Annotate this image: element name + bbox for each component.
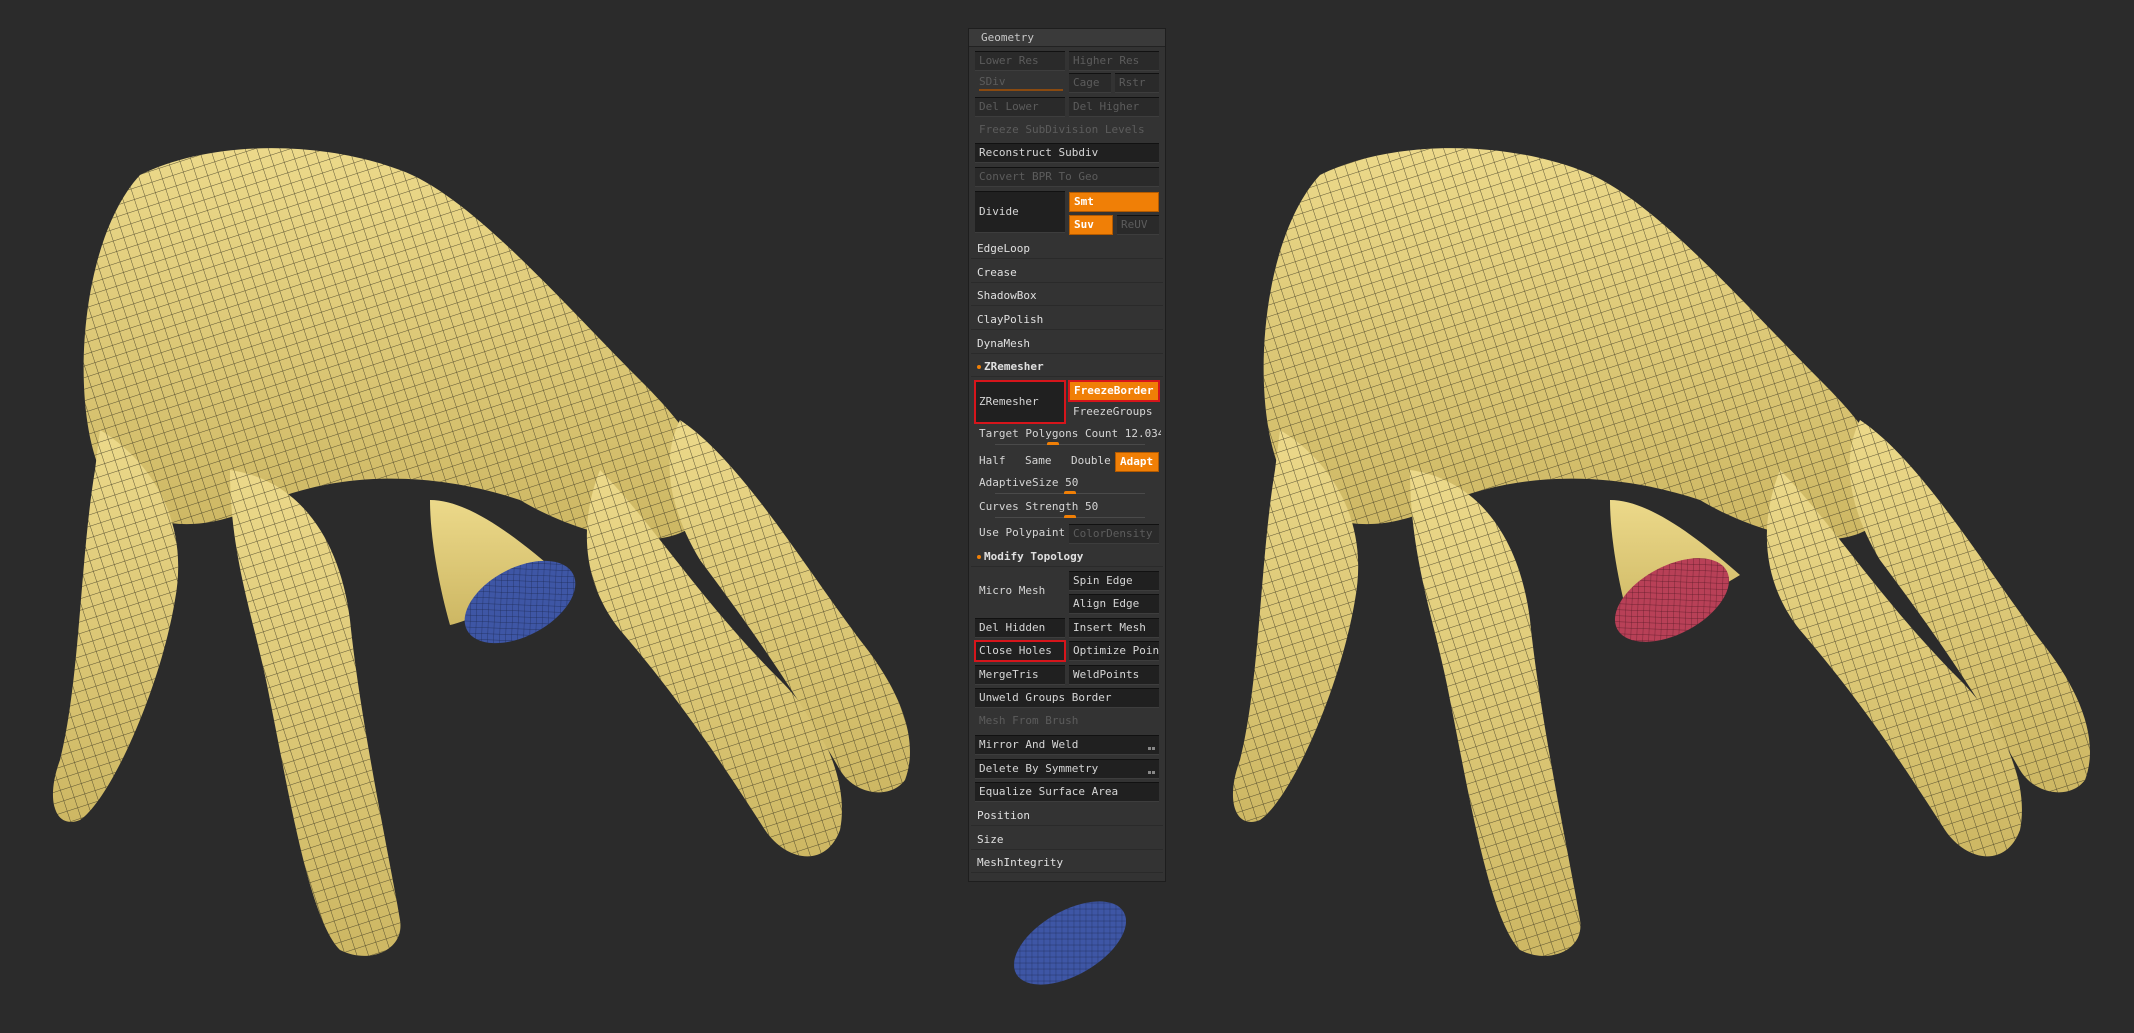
mirror-and-weld-label: Mirror And Weld bbox=[979, 738, 1079, 751]
zremesher-button[interactable]: ZRemesher bbox=[974, 380, 1066, 424]
curves-strength-label: Curves Strength 50 bbox=[979, 500, 1099, 513]
merge-tris-button[interactable]: MergeTris bbox=[975, 665, 1065, 685]
del-higher-button[interactable]: Del Higher bbox=[1069, 97, 1159, 117]
delete-by-symmetry-button[interactable]: Delete By Symmetry bbox=[975, 759, 1159, 779]
axis-toggles-icon[interactable] bbox=[1147, 738, 1157, 750]
target-polygons-slider[interactable]: Target Polygons Count 12.034 bbox=[975, 425, 1161, 445]
curves-strength-slider[interactable]: Curves Strength 50 bbox=[975, 498, 1161, 518]
color-density-slider[interactable]: ColorDensity bbox=[1069, 524, 1159, 544]
target-polygons-track bbox=[995, 442, 1145, 445]
freeze-border-toggle[interactable]: FreezeBorder bbox=[1068, 380, 1160, 402]
modify-topology-section[interactable]: Modify Topology bbox=[971, 547, 1163, 567]
del-hidden-button[interactable]: Del Hidden bbox=[975, 618, 1065, 638]
right-hand-viewport bbox=[1232, 148, 2090, 956]
align-edge-button[interactable]: Align Edge bbox=[1069, 594, 1159, 614]
equalize-surface-area-button[interactable]: Equalize Surface Area bbox=[975, 782, 1159, 802]
mirror-and-weld-button[interactable]: Mirror And Weld bbox=[975, 735, 1159, 755]
adaptive-size-track bbox=[995, 491, 1145, 494]
mesh-from-brush-button[interactable]: Mesh From Brush bbox=[975, 712, 1159, 732]
zremesher-section-label: ZRemesher bbox=[984, 360, 1044, 373]
unweld-groups-border-button[interactable]: Unweld Groups Border bbox=[975, 688, 1159, 708]
close-holes-button[interactable]: Close Holes bbox=[974, 640, 1066, 662]
modify-topology-label: Modify Topology bbox=[984, 550, 1084, 563]
double-button[interactable]: Double bbox=[1067, 452, 1113, 472]
geometry-panel: Geometry Lower Res Higher Res SDiv Cage … bbox=[968, 28, 1166, 882]
curves-strength-knob[interactable] bbox=[1064, 515, 1076, 518]
sdiv-slider[interactable]: SDiv bbox=[975, 73, 1065, 93]
del-lower-button[interactable]: Del Lower bbox=[975, 97, 1065, 117]
section-open-dot bbox=[977, 555, 981, 559]
crease-section[interactable]: Crease bbox=[971, 263, 1163, 283]
size-section[interactable]: Size bbox=[971, 830, 1163, 850]
claypolish-section[interactable]: ClayPolish bbox=[971, 310, 1163, 330]
higher-res-button[interactable]: Higher Res bbox=[1069, 51, 1159, 71]
adaptive-size-label: AdaptiveSize 50 bbox=[979, 476, 1079, 489]
spin-edge-button[interactable]: Spin Edge bbox=[1069, 571, 1159, 591]
lower-res-button[interactable]: Lower Res bbox=[975, 51, 1065, 71]
target-polygons-knob[interactable] bbox=[1047, 442, 1060, 445]
adaptive-size-slider[interactable]: AdaptiveSize 50 bbox=[975, 474, 1161, 494]
suv-toggle[interactable]: Suv bbox=[1069, 215, 1113, 235]
freeze-subdivision-button[interactable]: Freeze SubDivision Levels bbox=[975, 121, 1161, 141]
smt-toggle[interactable]: Smt bbox=[1069, 192, 1159, 212]
same-button[interactable]: Same bbox=[1021, 452, 1065, 472]
geometry-panel-title[interactable]: Geometry bbox=[969, 29, 1165, 47]
curves-strength-track bbox=[995, 515, 1145, 518]
section-open-dot bbox=[977, 365, 981, 369]
delete-by-symmetry-label: Delete By Symmetry bbox=[979, 762, 1099, 775]
left-hand-model bbox=[52, 148, 910, 956]
position-section[interactable]: Position bbox=[971, 806, 1163, 826]
insert-mesh-button[interactable]: Insert Mesh bbox=[1069, 618, 1159, 638]
optimize-points-button[interactable]: Optimize Points bbox=[1069, 641, 1159, 661]
reuv-toggle[interactable]: ReUV bbox=[1117, 215, 1159, 235]
freeze-groups-toggle[interactable]: FreezeGroups bbox=[1069, 403, 1159, 423]
dynamesh-section[interactable]: DynaMesh bbox=[971, 334, 1163, 354]
adaptive-size-knob[interactable] bbox=[1064, 491, 1076, 494]
edgeloop-section[interactable]: EdgeLoop bbox=[971, 239, 1163, 259]
sdiv-track bbox=[979, 89, 1063, 91]
sdiv-label: SDiv bbox=[979, 75, 1006, 88]
reconstruct-subdiv-button[interactable]: Reconstruct Subdiv bbox=[975, 143, 1159, 163]
half-button[interactable]: Half bbox=[975, 452, 1019, 472]
convert-bpr-button[interactable]: Convert BPR To Geo bbox=[975, 167, 1159, 187]
target-polygons-label: Target Polygons Count 12.034 bbox=[979, 427, 1161, 440]
use-polypaint-toggle[interactable]: Use Polypaint bbox=[975, 524, 1065, 544]
axis-toggles-icon[interactable] bbox=[1147, 762, 1157, 774]
mesh-integrity-section[interactable]: MeshIntegrity bbox=[971, 853, 1163, 873]
detached-cap bbox=[1013, 901, 1127, 985]
cage-button[interactable]: Cage bbox=[1069, 73, 1111, 93]
shadowbox-section[interactable]: ShadowBox bbox=[971, 286, 1163, 306]
zremesher-section[interactable]: ZRemesher bbox=[971, 357, 1163, 377]
divide-button[interactable]: Divide bbox=[975, 191, 1065, 233]
micro-mesh-button[interactable]: Micro Mesh bbox=[975, 571, 1065, 613]
adapt-button[interactable]: Adapt bbox=[1115, 452, 1159, 472]
rstr-button[interactable]: Rstr bbox=[1115, 73, 1159, 93]
right-hand-model bbox=[1232, 148, 2090, 956]
weld-points-button[interactable]: WeldPoints bbox=[1069, 665, 1159, 685]
left-hand-viewport bbox=[52, 148, 910, 956]
